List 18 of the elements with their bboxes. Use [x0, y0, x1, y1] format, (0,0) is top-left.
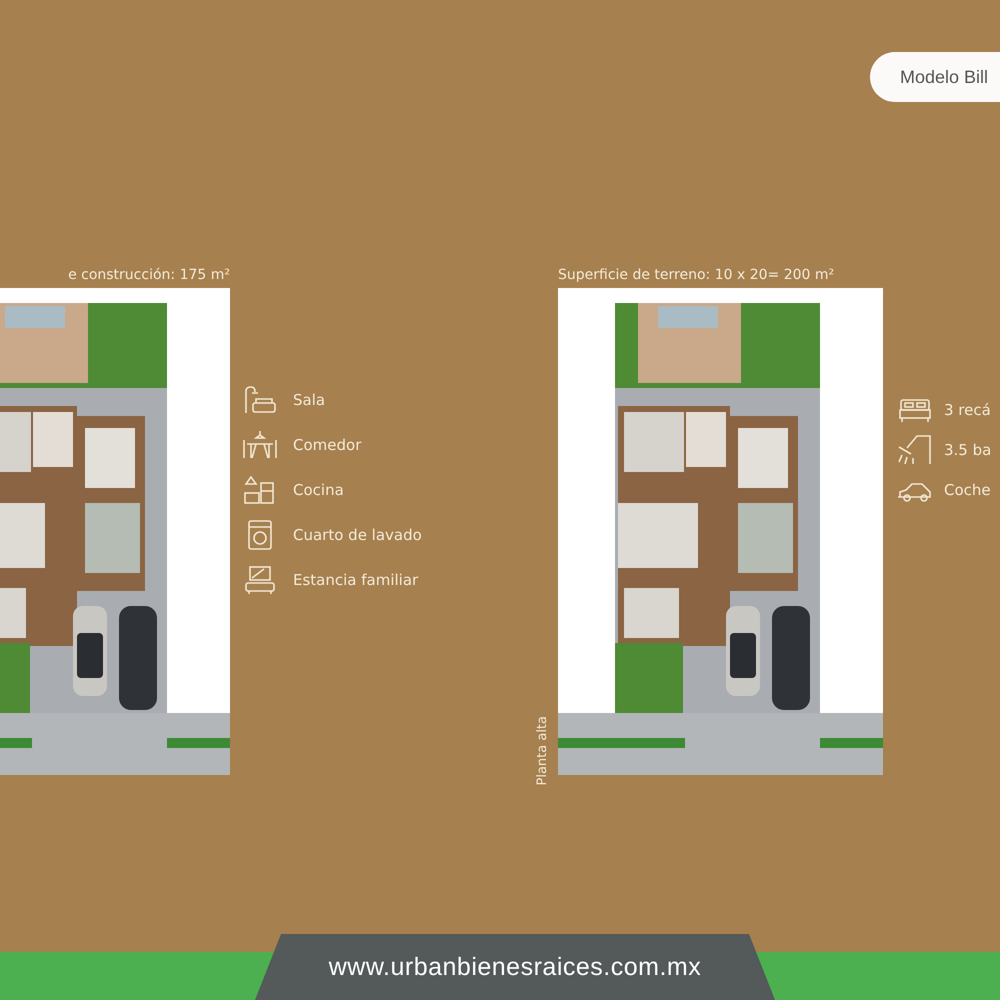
website-link[interactable]: www.urbanbienesraices.com.mx: [255, 934, 775, 1000]
floor-label: Planta alta: [535, 716, 551, 785]
area-caption: Superficie de terreno: 10 x 20= 200 m²: [558, 266, 836, 285]
feature-label: Cocina: [293, 481, 344, 499]
kitchen-icon: [243, 475, 277, 505]
feature-label: Cuarto de lavado: [293, 526, 422, 544]
feature-label: Estancia familiar: [293, 571, 418, 589]
feature-label: 3 recá: [944, 401, 991, 419]
area-caption: e construcción: 175 m²: [67, 266, 230, 285]
feature-label: Coche: [944, 481, 991, 499]
feature-label: Sala: [293, 391, 326, 409]
sofa-lamp-icon: [243, 385, 277, 415]
feature-label: Comedor: [293, 436, 362, 454]
tv-stand-icon: [243, 565, 277, 595]
shower-icon: [898, 435, 932, 465]
model-name-badge: Modelo Bill: [870, 52, 1000, 102]
feature-label: 3.5 ba: [944, 441, 992, 459]
dining-table-icon: [243, 430, 277, 460]
